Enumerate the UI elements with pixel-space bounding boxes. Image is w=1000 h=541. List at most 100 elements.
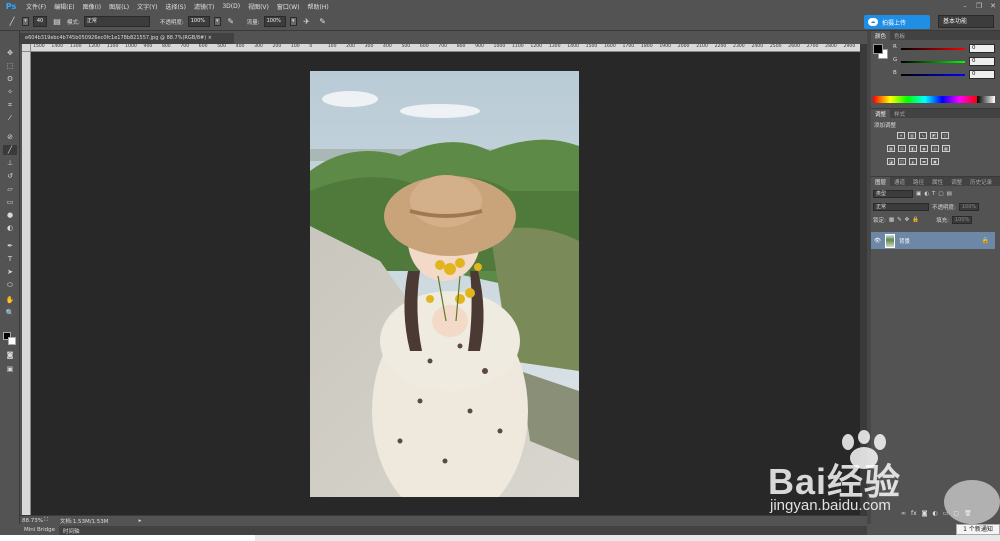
green-value-field[interactable]: 0 [969, 57, 995, 66]
layer-name[interactable]: 背景 [899, 237, 910, 245]
healing-brush-tool-icon[interactable]: ⊘ [3, 132, 17, 142]
menu-window[interactable]: 窗口(W) [273, 2, 304, 11]
airbrush-icon[interactable]: ✈ [301, 16, 313, 28]
pressure-opacity-icon[interactable]: ✎ [225, 16, 237, 28]
zoom-level[interactable]: 88.73% [20, 518, 44, 524]
posterize-icon[interactable]: ◫ [898, 158, 906, 165]
tab-timeline[interactable]: 时间轴 [59, 526, 84, 535]
shape-tool-icon[interactable]: ⬭ [3, 280, 17, 290]
type-tool-icon[interactable]: T [3, 254, 17, 264]
quick-select-tool-icon[interactable]: ✧ [3, 87, 17, 97]
menu-file[interactable]: 文件(F) [22, 2, 50, 11]
zoom-tool-icon[interactable]: 🔍 [3, 308, 17, 318]
tab-mini-bridge[interactable]: Mini Bridge [20, 526, 59, 535]
lasso-tool-icon[interactable]: ʘ [3, 74, 17, 84]
color-lookup-icon[interactable]: ▩ [942, 145, 950, 152]
filter-adjust-icon[interactable]: ◐ [924, 191, 929, 197]
chevron-down-icon[interactable]: ▾ [22, 17, 29, 26]
move-tool-icon[interactable]: ✥ [3, 48, 17, 58]
flow-dropdown-icon[interactable]: ▾ [289, 17, 297, 26]
document-image[interactable] [310, 71, 579, 497]
vertical-scrollbar[interactable] [860, 44, 867, 515]
path-select-tool-icon[interactable]: ➤ [3, 267, 17, 277]
hue-saturation-icon[interactable]: ▦ [887, 145, 895, 152]
brush-preset-icon[interactable]: ╱ [6, 16, 18, 28]
blend-mode-select[interactable]: 正常 [873, 203, 929, 211]
hand-tool-icon[interactable]: ✋ [3, 295, 17, 305]
green-slider[interactable] [901, 61, 965, 63]
tab-color[interactable]: 颜色 [871, 31, 891, 40]
tab-layers[interactable]: 图层 [871, 177, 891, 186]
status-menu-arrow-icon[interactable]: ▸ [139, 518, 142, 524]
tab-adjust[interactable]: 调整 [947, 177, 966, 186]
crop-tool-icon[interactable]: ⌗ [3, 100, 17, 110]
lock-transparent-icon[interactable]: ▩ [889, 217, 894, 223]
blue-value-field[interactable]: 0 [969, 70, 995, 79]
marquee-tool-icon[interactable]: ⬚ [3, 61, 17, 71]
layer-opacity-field[interactable]: 100% [958, 203, 979, 211]
menu-select[interactable]: 选择(S) [161, 2, 190, 11]
gradient-tool-icon[interactable]: ▭ [3, 197, 17, 207]
minimize-icon[interactable]: – [960, 1, 970, 11]
fill-field[interactable]: 100% [952, 216, 972, 224]
color-spectrum[interactable] [873, 96, 977, 103]
upload-button[interactable]: ☁ 拍摄上传 [864, 15, 930, 29]
selective-color-icon[interactable]: ▣ [931, 158, 939, 165]
link-layers-icon[interactable]: ∞ [901, 510, 906, 520]
close-tab-icon[interactable]: × [208, 35, 212, 41]
channel-mixer-icon[interactable]: ◎ [931, 145, 939, 152]
dodge-tool-icon[interactable]: ◐ [3, 223, 17, 233]
lock-paint-icon[interactable]: ✎ [897, 217, 902, 223]
clone-stamp-tool-icon[interactable]: ⊥ [3, 158, 17, 168]
menu-3d[interactable]: 3D(D) [218, 3, 244, 10]
brush-tool-icon[interactable]: ╱ [3, 145, 17, 155]
pen-tool-icon[interactable]: ✒ [3, 241, 17, 251]
document-tab[interactable]: e604b319ebc4b745b050926ec0fc1e178b821557… [20, 33, 234, 44]
screen-mode-icon[interactable]: ▣ [3, 364, 17, 374]
photo-filter-icon[interactable]: ◉ [920, 145, 928, 152]
tab-styles[interactable]: 样式 [890, 109, 909, 118]
tab-paths[interactable]: 路径 [909, 177, 928, 186]
threshold-icon[interactable]: ◭ [909, 158, 917, 165]
color-balance-icon[interactable]: ⚖ [898, 145, 906, 152]
menu-type[interactable]: 文字(Y) [133, 2, 161, 11]
levels-icon[interactable]: ▥ [908, 132, 916, 139]
add-mask-icon[interactable]: ◙ [922, 510, 928, 520]
tab-history[interactable]: 历史记录 [966, 177, 996, 186]
blur-tool-icon[interactable]: ● [3, 210, 17, 220]
red-value-field[interactable]: 0 [969, 44, 995, 53]
tab-properties[interactable]: 属性 [928, 177, 947, 186]
quick-mask-icon[interactable]: ◙ [3, 350, 17, 360]
flow-field[interactable]: 100% [263, 16, 286, 27]
notification-badge[interactable]: 1 个新通知 [956, 524, 1000, 535]
gradient-map-icon[interactable]: ▬ [920, 158, 928, 165]
pressure-size-icon[interactable]: ✎ [317, 16, 329, 28]
blue-slider[interactable] [901, 74, 965, 76]
close-icon[interactable]: ✕ [988, 1, 998, 11]
history-brush-tool-icon[interactable]: ↺ [3, 171, 17, 181]
layer-style-icon[interactable]: fx [911, 510, 917, 520]
curves-icon[interactable]: ∿ [919, 132, 927, 139]
exposure-icon[interactable]: ◩ [930, 132, 938, 139]
opacity-dropdown-icon[interactable]: ▾ [213, 17, 221, 26]
tab-channels[interactable]: 通道 [890, 177, 909, 186]
filter-type-icon[interactable]: T [932, 191, 935, 197]
mode-select[interactable]: 正常 [83, 16, 150, 27]
filter-smart-icon[interactable]: ▤ [947, 191, 952, 197]
layer-row-background[interactable]: 👁 背景 🔒 [871, 232, 995, 249]
layer-kind-select[interactable]: 类型 [873, 190, 913, 198]
tab-swatches[interactable]: 色板 [890, 31, 909, 40]
red-slider[interactable] [901, 48, 965, 50]
restore-icon[interactable]: ❐ [974, 1, 984, 11]
vibrance-icon[interactable]: ▽ [941, 132, 949, 139]
grayscale-ramp[interactable] [977, 96, 995, 103]
brightness-icon[interactable]: ☀ [897, 132, 905, 139]
visibility-eye-icon[interactable]: 👁 [874, 238, 881, 244]
lock-all-icon[interactable]: 🔒 [912, 217, 919, 223]
filter-pixel-icon[interactable]: ▣ [916, 191, 921, 197]
black-white-icon[interactable]: ◧ [909, 145, 917, 152]
lock-move-icon[interactable]: ✥ [905, 217, 910, 223]
workspace-select[interactable]: 基本功能 [938, 15, 994, 28]
menu-image[interactable]: 图像(I) [79, 2, 105, 11]
eraser-tool-icon[interactable]: ▱ [3, 184, 17, 194]
